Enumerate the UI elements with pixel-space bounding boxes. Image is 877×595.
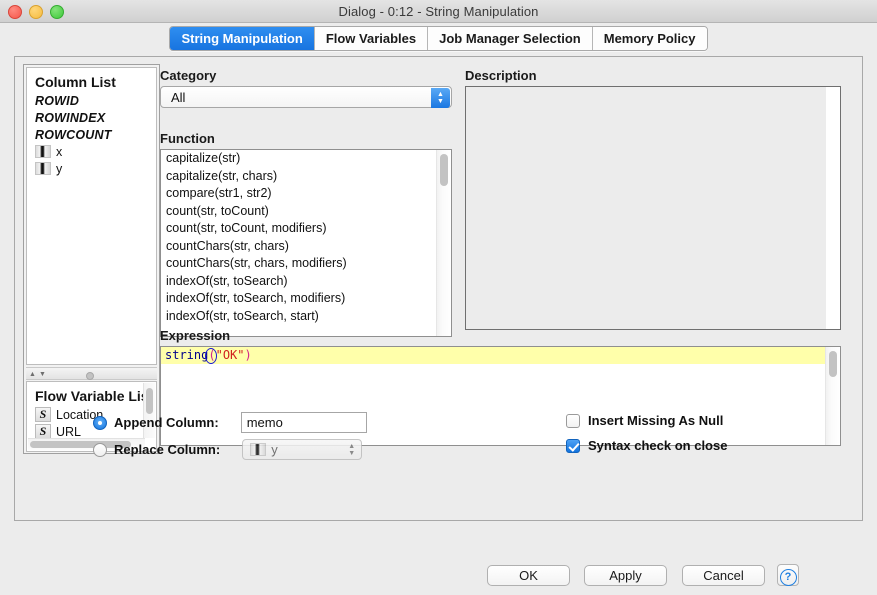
tab-job-manager-selection[interactable]: Job Manager Selection xyxy=(428,27,593,50)
tab-bar: String Manipulation Flow Variables Job M… xyxy=(0,23,877,56)
tab-strip: String Manipulation Flow Variables Job M… xyxy=(169,26,708,51)
title-bar: Dialog - 0:12 - String Manipulation xyxy=(0,0,877,23)
chevron-up-down-icon[interactable]: ▲ ▼ xyxy=(431,88,450,108)
column-list-item-label: ROWINDEX xyxy=(35,110,106,125)
question-mark-icon: ? xyxy=(779,569,797,586)
append-column-input[interactable]: memo xyxy=(240,412,367,433)
tab-string-manipulation[interactable]: String Manipulation xyxy=(170,27,315,50)
scrollbar-thumb[interactable] xyxy=(829,351,837,377)
column-type-icon xyxy=(35,145,51,158)
append-column-row: Append Column: memo xyxy=(93,412,367,433)
list-item[interactable]: indexOf(str, toSearch, start) xyxy=(161,308,451,326)
list-item[interactable]: indexOf(str, toSearch) xyxy=(161,273,451,291)
list-item[interactable]: countChars(str, chars) xyxy=(161,238,451,256)
append-column-radio[interactable] xyxy=(93,415,107,430)
function-list[interactable]: capitalize(str) capitalize(str, chars) c… xyxy=(160,149,452,337)
list-item[interactable]: capitalize(str, chars) xyxy=(161,168,451,186)
left-split-pane: Column List ROWID ROWINDEX ROWCOUNT x y xyxy=(23,64,160,454)
category-dropdown[interactable]: All ▲ ▼ xyxy=(160,86,452,108)
insert-missing-as-null-row[interactable]: Insert Missing As Null xyxy=(566,413,723,428)
zoom-button[interactable] xyxy=(50,5,64,19)
function-label: Function xyxy=(160,131,215,146)
chevron-down-icon[interactable]: ▼ xyxy=(39,371,46,378)
expression-token-function: string xyxy=(165,348,209,362)
button-bar: OK Apply Cancel ? xyxy=(0,553,877,595)
window-controls xyxy=(8,5,64,19)
scrollbar-thumb[interactable] xyxy=(440,154,448,186)
apply-button[interactable]: Apply xyxy=(584,565,667,586)
syntax-check-on-close-row[interactable]: Syntax check on close xyxy=(566,438,727,453)
list-item[interactable]: count(str, toCount) xyxy=(161,203,451,221)
chevron-up-down-icon[interactable]: ▲ ▼ xyxy=(348,443,355,457)
list-item[interactable]: count(str, toCount, modifiers) xyxy=(161,220,451,238)
column-list-item-label: ROWID xyxy=(35,93,80,108)
column-list-title: Column List xyxy=(35,74,116,90)
tab-memory-policy[interactable]: Memory Policy xyxy=(592,27,707,50)
expression-token-string: "OK" xyxy=(215,348,245,362)
list-item[interactable]: countChars(str, chars, modifiers) xyxy=(161,255,451,273)
column-type-icon xyxy=(250,443,267,456)
splitter-knob-icon[interactable] xyxy=(86,372,94,380)
options-area: Append Column: memo Replace Column: y ▲ ▼… xyxy=(8,404,840,460)
category-selected-value: All xyxy=(171,89,186,105)
list-item[interactable]: ROWID xyxy=(27,92,156,109)
list-item[interactable]: capitalize(str) xyxy=(161,150,451,168)
ok-button[interactable]: OK xyxy=(487,565,570,586)
expression-line[interactable]: string("OK") xyxy=(161,347,840,364)
replace-column-dropdown[interactable]: y ▲ ▼ xyxy=(242,439,363,460)
minimize-button[interactable] xyxy=(29,5,43,19)
function-section: Function capitalize(str) capitalize(str,… xyxy=(160,131,452,337)
column-list-item-label: x xyxy=(56,144,63,159)
list-item[interactable]: indexOf(str, toSearch, modifiers) xyxy=(161,290,451,308)
expression-label: Expression xyxy=(160,328,231,343)
list-item[interactable]: compare(str1, str2) xyxy=(161,185,451,203)
cancel-button[interactable]: Cancel xyxy=(682,565,765,586)
description-label: Description xyxy=(465,68,537,83)
left-list-splitter[interactable]: ▲ ▼ xyxy=(26,367,157,380)
column-list-item-label: ROWCOUNT xyxy=(35,127,112,142)
category-label: Category xyxy=(160,68,217,83)
column-list-pane[interactable]: Column List ROWID ROWINDEX ROWCOUNT x y xyxy=(26,67,157,365)
function-list-scrollbar[interactable] xyxy=(436,150,451,336)
expression-token-open-paren: ( xyxy=(208,348,216,362)
tab-flow-variables[interactable]: Flow Variables xyxy=(314,27,429,50)
append-column-label: Append Column: xyxy=(114,415,219,430)
expression-token-close-paren: ) xyxy=(244,348,252,362)
list-item[interactable]: y xyxy=(27,160,156,177)
description-panel xyxy=(465,86,841,330)
column-type-icon xyxy=(35,162,51,175)
replace-column-label: Replace Column: xyxy=(114,442,221,457)
dialog-window: Dialog - 0:12 - String Manipulation Stri… xyxy=(0,0,877,595)
insert-missing-as-null-label: Insert Missing As Null xyxy=(588,413,724,428)
help-button[interactable]: ? xyxy=(777,564,799,586)
replace-column-row: Replace Column: y ▲ ▼ xyxy=(93,439,363,460)
syntax-check-on-close-label: Syntax check on close xyxy=(588,438,728,453)
flow-variable-list-title: Flow Variable List xyxy=(35,388,154,404)
list-item[interactable]: ROWCOUNT xyxy=(27,126,156,143)
list-item[interactable]: ROWINDEX xyxy=(27,109,156,126)
replace-column-radio[interactable] xyxy=(93,442,107,457)
category-section: Category All ▲ ▼ xyxy=(160,68,452,108)
list-item[interactable]: x xyxy=(27,143,156,160)
window-title: Dialog - 0:12 - String Manipulation xyxy=(338,3,539,19)
description-scrollbar[interactable] xyxy=(826,87,840,329)
chevron-up-icon[interactable]: ▲ xyxy=(29,371,36,378)
replace-column-selected-value: y xyxy=(271,442,278,457)
column-list-item-label: y xyxy=(56,161,63,176)
close-button[interactable] xyxy=(8,5,22,19)
insert-missing-as-null-checkbox[interactable] xyxy=(566,413,580,428)
description-section: Description xyxy=(465,68,841,330)
syntax-check-on-close-checkbox[interactable] xyxy=(566,438,580,453)
